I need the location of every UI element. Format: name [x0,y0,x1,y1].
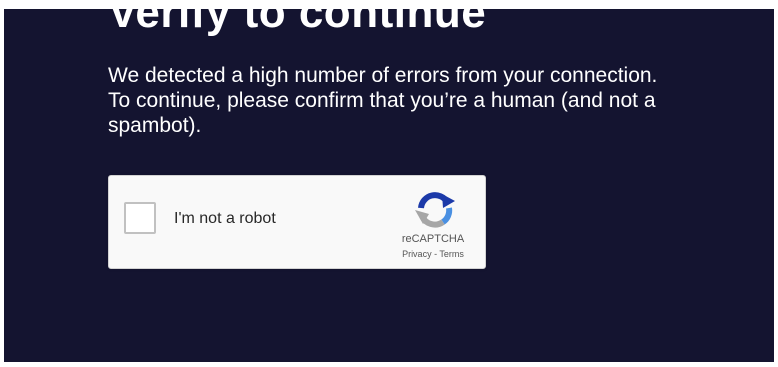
verification-page: Verify to continue We detected a high nu… [4,9,774,362]
checkbox-label: I'm not a robot [174,210,276,227]
recaptcha-logo-icon [415,192,455,228]
page-title: Verify to continue [108,9,487,37]
recaptcha-brand: reCAPTCHA [401,233,465,245]
terms-link[interactable]: Terms [439,249,464,259]
privacy-link[interactable]: Privacy [402,249,432,259]
not-a-robot-checkbox[interactable] [124,202,156,234]
recaptcha-widget: I'm not a robot reCAPTCHA Privacy - Term… [108,175,486,269]
error-message: We detected a high number of errors from… [108,64,658,137]
recaptcha-links: Privacy - Terms [388,249,478,259]
